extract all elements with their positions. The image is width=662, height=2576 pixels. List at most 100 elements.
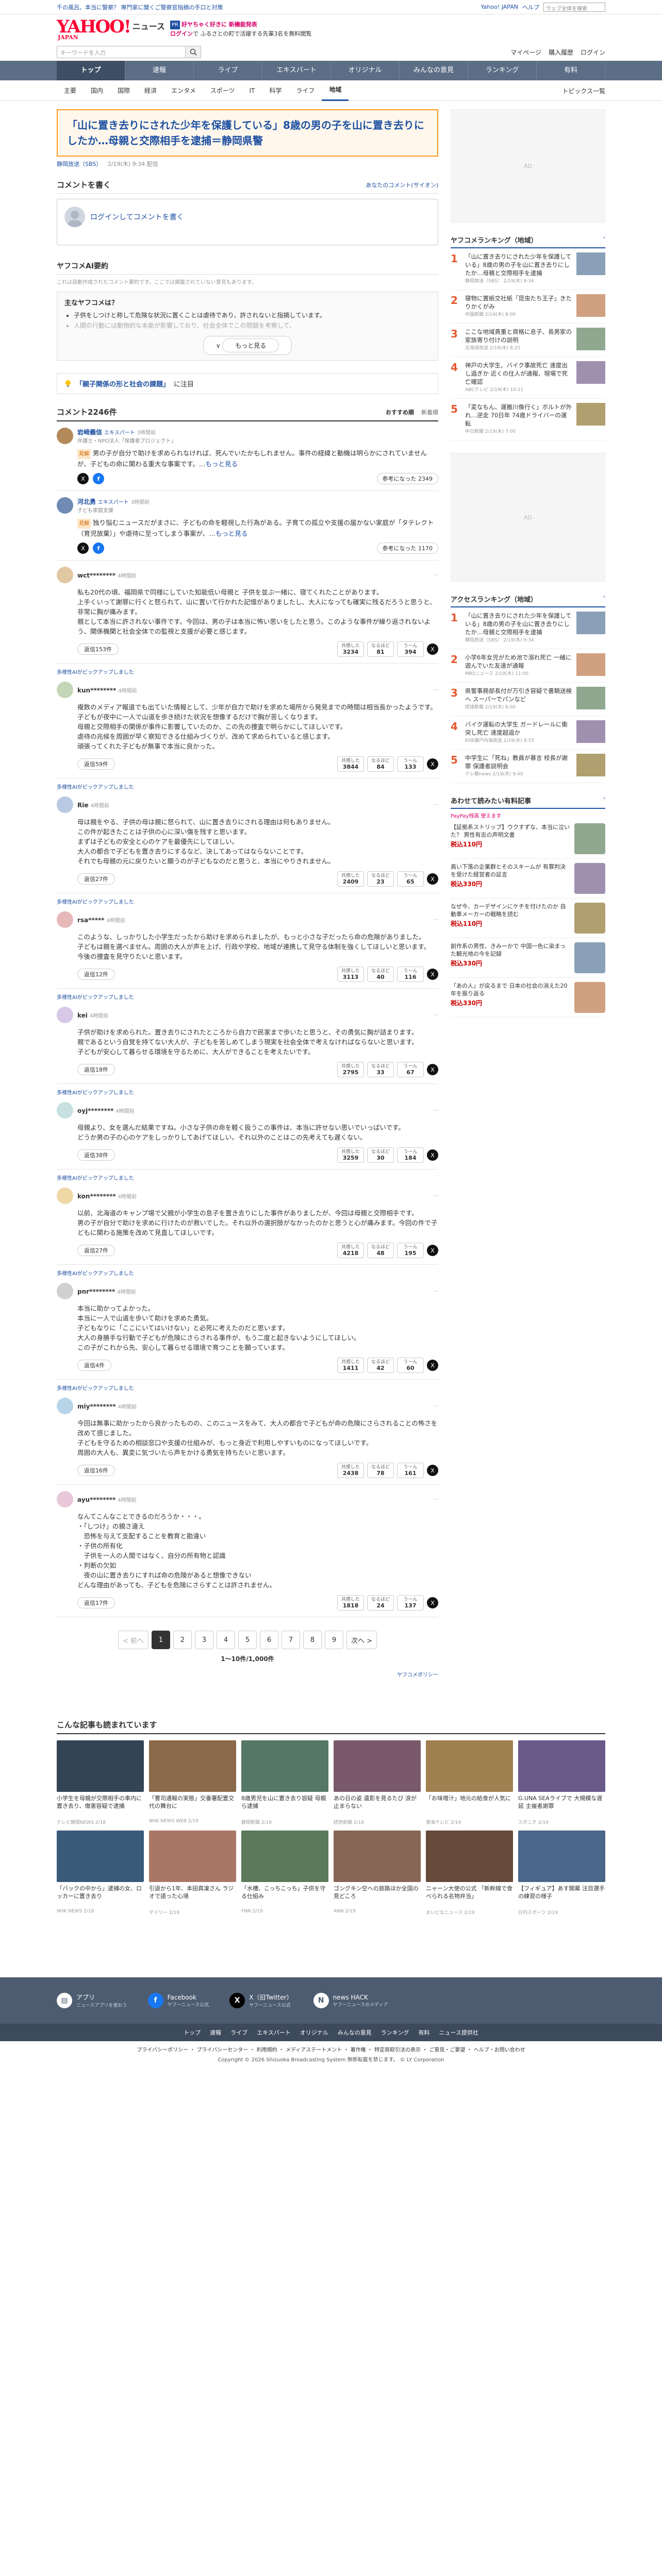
header-promo[interactable]: PR 好ヤちゃく好きに 新機能発表 ログインで ふるさとの町で活躍する先輩3名を無… xyxy=(170,20,311,38)
article-card-title[interactable]: 引退から1年、本田真凜さん ラジオで語った心境 xyxy=(149,1885,236,1908)
replies-button[interactable]: 返信18件 xyxy=(77,1064,115,1075)
ranking-thumbnail[interactable] xyxy=(576,653,605,676)
insightful-button[interactable]: なるほど 84 xyxy=(367,756,394,772)
user-name[interactable]: kon******** xyxy=(77,1193,116,1200)
ranking-thumbnail[interactable] xyxy=(576,720,605,743)
x-share-icon[interactable]: X xyxy=(427,1064,438,1075)
ranking-thumbnail[interactable] xyxy=(576,403,605,426)
empathy-button[interactable]: 共感した 3113 xyxy=(337,967,364,982)
ranking-title[interactable]: ここな地域貴重と資格に息子、長男家の家族寄り付けの説明 xyxy=(465,328,572,344)
paid-article-thumbnail[interactable] xyxy=(574,942,605,973)
help-link[interactable]: ヘルプ xyxy=(522,3,539,11)
yahoo-japan-link[interactable]: Yahoo! JAPAN xyxy=(481,4,518,10)
footer-nav-item[interactable]: 速報 xyxy=(210,2028,221,2037)
hmm-button[interactable]: うーん 133 xyxy=(397,756,424,772)
recommended-card[interactable]: 引退から1年、本田真凜さん ラジオで語った心境 デイリー 2/19 xyxy=(149,1831,236,1916)
recommended-card[interactable]: 「水槽、こっちこっち」子供を守る仕組み FNN 2/19 xyxy=(241,1831,328,1916)
paid-article-title[interactable]: 創作系の男性、きみーかで 中国一色に染まった観光地の今を記録 xyxy=(451,942,570,958)
footer-nav-item[interactable]: トップ xyxy=(184,2028,201,2037)
hmm-button[interactable]: うーん 67 xyxy=(397,1062,424,1077)
ranking-item[interactable]: 4 バイク運転の大学生 ガードレールに衝突し死亡 速度超過か KSB瀬戸内海放送 2… xyxy=(451,716,605,750)
user-avatar[interactable] xyxy=(57,567,73,583)
expert-avatar[interactable] xyxy=(57,428,73,444)
ranking-title[interactable]: 「山に置き去りにされた少年を保護している」8歳の男の子を山に置き去りにしたか…母… xyxy=(465,253,571,277)
ranking-item[interactable]: 1 「山に置き去りにされた少年を保護している」8歳の男の子を山に置き去りにしたか…… xyxy=(451,248,605,290)
paid-article-thumbnail[interactable] xyxy=(574,903,605,934)
paid-article-title[interactable]: 「あの人」が戻るまで 日本の社会の消えた20年を振り返る xyxy=(451,982,570,997)
ranking-title[interactable]: 中学生に「死ね」教員が暴言 校長が謝罪 保護者説明会 xyxy=(465,754,568,770)
article-card-title[interactable]: 「曹司通報の実態」交番署配置交代の舞台に xyxy=(149,1794,236,1818)
replies-button[interactable]: 返信153件 xyxy=(77,643,119,655)
footer-nav-item[interactable]: ニュース提供社 xyxy=(439,2028,478,2037)
article-card-title[interactable]: ゴングキン空への旅路ほか全国の見どころ xyxy=(334,1885,421,1908)
empathy-button[interactable]: 共感した 2795 xyxy=(337,1062,364,1077)
article-thumbnail[interactable] xyxy=(57,1740,144,1792)
ranking-item[interactable]: 5 「変なもん、運搬川像行く」ボルトが外れ…逆走 70日年 74歳ドライバーの運転… xyxy=(451,399,605,440)
article-thumbnail[interactable] xyxy=(518,1740,605,1792)
user-name[interactable]: ayu******** xyxy=(77,1496,115,1503)
footer-social-item[interactable]: f Facebook ヤフーニュース公式 xyxy=(147,1993,209,2008)
ranking-thumbnail[interactable] xyxy=(576,294,605,317)
sort-newest[interactable]: 新着順 xyxy=(421,408,438,416)
user-avatar[interactable] xyxy=(57,1007,73,1023)
replies-button[interactable]: 返信38件 xyxy=(77,1149,115,1161)
paid-article-item[interactable]: 高い下落の企業群とそのスキームが 有罪判決を受けた経営者の証言 税込330円 xyxy=(451,859,605,899)
article-thumbnail[interactable] xyxy=(426,1740,513,1792)
nav-item[interactable]: みんなの意見 xyxy=(400,61,468,80)
recommended-card[interactable]: 8歳男児を山に置き去り容疑 母親ら逮捕 静岡新聞 2/19 xyxy=(241,1740,328,1825)
page-number[interactable]: 8 xyxy=(303,1631,322,1649)
footer-nav-item[interactable]: ランキング xyxy=(381,2028,409,2037)
page-number[interactable]: 4 xyxy=(217,1631,235,1649)
login-to-comment-link[interactable]: ログインしてコメントを書く xyxy=(90,212,184,222)
paid-article-item[interactable]: 「あの人」が戻るまで 日本の社会の消えた20年を振り返る 税込330円 xyxy=(451,978,605,1018)
page-number[interactable]: 9 xyxy=(325,1631,343,1649)
ranking-title[interactable]: 寝物に置紙交社紙「昆虫たち王子」きたりかくがみ xyxy=(465,295,572,310)
replies-button[interactable]: 返信16件 xyxy=(77,1465,115,1476)
insightful-button[interactable]: なるほど 81 xyxy=(367,641,394,657)
expert-name[interactable]: 岩﨑義信 xyxy=(77,429,102,436)
category-tab[interactable]: エンタメ xyxy=(164,80,203,101)
user-name[interactable]: Rie xyxy=(77,802,89,809)
report-menu-icon[interactable]: ⋯ xyxy=(433,572,438,578)
replies-button[interactable]: 返信27件 xyxy=(77,1245,115,1256)
ranking-item[interactable]: 3 県警事務部長付が万引き容疑で書類送検へ スーパーでパンなど 琉球新報 2/19(… xyxy=(451,683,605,716)
hmm-button[interactable]: うーん 60 xyxy=(397,1358,424,1373)
category-tab[interactable]: ライフ xyxy=(289,80,322,101)
article-thumbnail[interactable] xyxy=(426,1831,513,1882)
ranking-thumbnail[interactable] xyxy=(576,754,605,776)
x-share-icon[interactable]: X xyxy=(427,873,438,885)
recommended-card[interactable]: 「バックの中から」逮捕の女、ロッカーに置き去り NHK NEWS 2/18 xyxy=(57,1831,144,1916)
recommended-card[interactable]: ニャーン大使の公式 「新幹線で食べられる名物弁当」 まいどなニュース 2/19 xyxy=(426,1831,513,1916)
insightful-button[interactable]: なるほど 40 xyxy=(367,967,394,982)
hmm-button[interactable]: うーん 116 xyxy=(397,967,424,982)
topic-focus[interactable]: 「親子関係の形と社会の課題」 に注目 xyxy=(57,373,438,394)
article-thumbnail[interactable] xyxy=(57,1831,144,1882)
next-page-button[interactable]: 次へ > xyxy=(346,1631,377,1649)
category-tab[interactable]: 国際 xyxy=(110,80,137,101)
x-share-icon[interactable]: X xyxy=(77,473,89,484)
user-name[interactable]: kei xyxy=(77,1012,88,1019)
user-avatar[interactable] xyxy=(57,1283,73,1299)
x-share-icon[interactable]: X xyxy=(427,969,438,980)
replies-button[interactable]: 返信17件 xyxy=(77,1597,115,1608)
article-card-title[interactable]: あの日の姿 遺影を見るたび 涙が止まらない xyxy=(334,1794,421,1818)
empathy-button[interactable]: 共感した 2409 xyxy=(337,871,364,887)
purchase-history-link[interactable]: 購入履歴 xyxy=(549,48,573,57)
nav-item[interactable]: 速報 xyxy=(125,61,194,80)
article-thumbnail[interactable] xyxy=(518,1831,605,1882)
ranking-thumbnail[interactable] xyxy=(576,252,605,275)
expert-name[interactable]: 河北勇 xyxy=(77,498,96,505)
replies-button[interactable]: 返信27件 xyxy=(77,873,115,885)
empathy-button[interactable]: 共感した 2438 xyxy=(337,1463,364,1478)
nav-item[interactable]: トップ xyxy=(57,61,125,80)
search-button[interactable] xyxy=(186,46,201,58)
nav-item[interactable]: 有料 xyxy=(537,61,605,80)
user-name[interactable]: oyj******** xyxy=(77,1107,113,1114)
article-card-title[interactable]: ニャーン大使の公式 「新幹線で食べられる名物弁当」 xyxy=(426,1885,513,1908)
helpful-button[interactable]: 参考になった 1170 xyxy=(376,543,438,554)
ranking-thumbnail[interactable] xyxy=(576,612,605,634)
mypage-link[interactable]: マイページ xyxy=(510,48,541,57)
ranking-title[interactable]: 「変なもん、運搬川像行く」ボルトが外れ…逆走 70日年 74歳ドライバーの運転 xyxy=(465,403,572,427)
service-name[interactable]: ニュース xyxy=(133,20,165,32)
nav-item[interactable]: ランキング xyxy=(468,61,537,80)
